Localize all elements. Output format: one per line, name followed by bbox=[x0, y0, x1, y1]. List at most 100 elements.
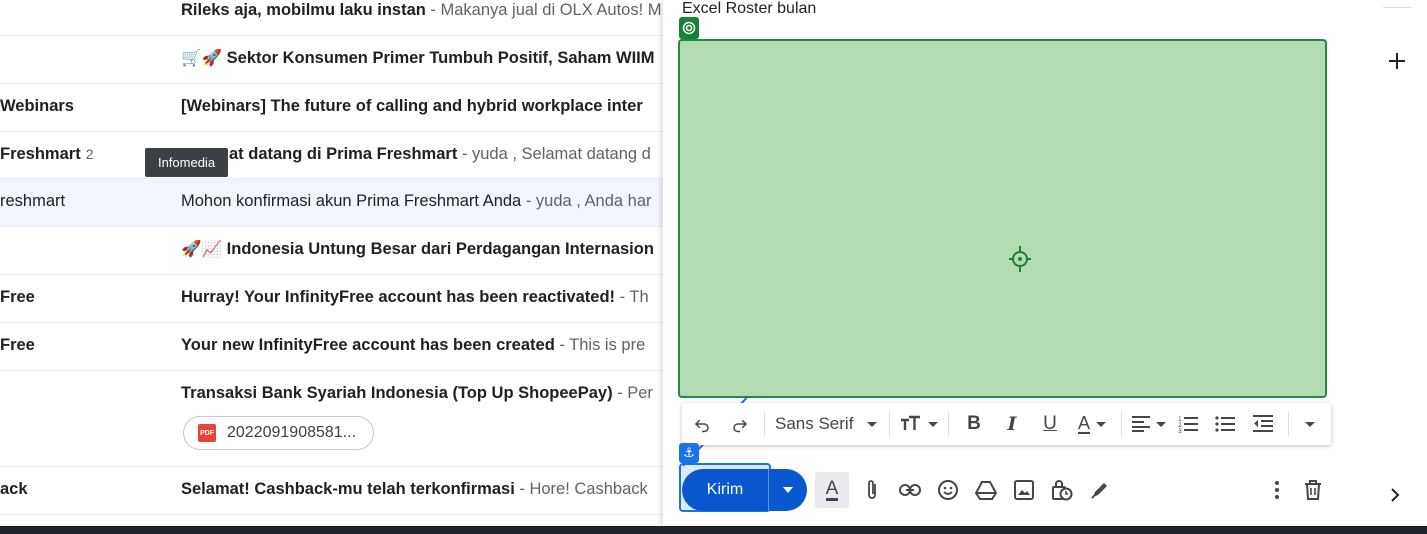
underline-button[interactable]: U bbox=[1031, 403, 1069, 445]
email-snippet: - Th bbox=[615, 288, 649, 306]
discard-button[interactable] bbox=[1297, 472, 1329, 508]
text-size-button[interactable] bbox=[896, 403, 942, 445]
email-subject: Mohon konfirmasi akun Prima Freshmart An… bbox=[181, 192, 522, 210]
side-divider bbox=[1383, 7, 1411, 8]
email-list: Rileks aja, mobilmu laku instan - Makany… bbox=[0, 0, 665, 515]
photo-icon bbox=[1014, 480, 1034, 500]
signature-icon bbox=[1091, 483, 1107, 499]
redo-icon bbox=[733, 419, 748, 433]
email-row[interactable]: reshmart Mohon konfirmasi akun Prima Fre… bbox=[0, 179, 665, 227]
link-icon bbox=[899, 484, 921, 496]
email-row[interactable]: ack Selamat! Cashback-mu telah terkonfir… bbox=[0, 467, 665, 515]
email-row[interactable]: Webinars [Webinars] The future of callin… bbox=[0, 84, 665, 132]
font-name: Sans Serif bbox=[775, 414, 854, 433]
email-snippet: - Per bbox=[612, 384, 653, 402]
send-button[interactable]: Kirim bbox=[682, 469, 807, 511]
plus-icon bbox=[1389, 53, 1405, 69]
toolbar-divider bbox=[1288, 412, 1289, 436]
email-row[interactable]: Freshmart 2 at datang di Prima Freshmart … bbox=[0, 132, 665, 179]
toolbar-divider bbox=[764, 412, 765, 436]
thread-count: 2 bbox=[85, 146, 94, 162]
inserted-image[interactable] bbox=[678, 39, 1327, 398]
italic-button[interactable]: I bbox=[993, 403, 1031, 445]
email-snippet: - yuda , Anda har bbox=[521, 192, 652, 210]
drive-icon bbox=[975, 481, 997, 500]
send-label: Kirim bbox=[706, 481, 744, 498]
chevron-down-icon bbox=[1156, 421, 1166, 427]
email-sender: Webinars bbox=[0, 97, 74, 115]
formatting-options-button[interactable]: A bbox=[815, 472, 849, 508]
numbered-list-icon: 123 bbox=[1178, 416, 1198, 433]
confidential-button[interactable] bbox=[1043, 472, 1081, 508]
formatting-options-icon: A bbox=[825, 477, 839, 501]
email-snippet: - Hore! Cashback bbox=[514, 480, 648, 498]
send-options-button[interactable] bbox=[769, 487, 807, 493]
email-sender: ack bbox=[0, 480, 28, 498]
toolbar-divider bbox=[889, 412, 890, 436]
email-subject: [Webinars] The future of calling and hyb… bbox=[181, 97, 643, 115]
get-addons-button[interactable] bbox=[1383, 47, 1411, 75]
more-options-button[interactable] bbox=[1263, 472, 1291, 508]
indent-less-icon bbox=[1253, 415, 1273, 432]
email-subject: Your new InfinityFree account has been c… bbox=[181, 336, 555, 354]
email-sender: Free bbox=[0, 336, 35, 354]
toolbar-divider bbox=[948, 412, 949, 436]
more-options-icon bbox=[1275, 481, 1279, 499]
email-sender: reshmart bbox=[0, 192, 66, 210]
confidential-icon bbox=[1052, 480, 1073, 501]
email-row[interactable]: 🚀📈 Indonesia Untung Besar dari Perdagang… bbox=[0, 227, 665, 275]
text-color-icon: A bbox=[1077, 413, 1090, 434]
pdf-icon: PDF bbox=[198, 424, 216, 442]
photo-button[interactable] bbox=[1005, 472, 1043, 508]
more-formatting-button[interactable] bbox=[1295, 403, 1325, 445]
email-row[interactable]: Transaksi Bank Syariah Indonesia (Top Up… bbox=[0, 371, 665, 467]
email-subject: Rileks aja, mobilmu laku instan bbox=[181, 1, 426, 19]
trash-icon bbox=[1305, 480, 1321, 500]
align-icon bbox=[1132, 416, 1150, 432]
svg-text:3: 3 bbox=[1178, 428, 1182, 433]
redo-button[interactable] bbox=[722, 403, 758, 445]
gmail-window: Rileks aja, mobilmu laku instan - Makany… bbox=[0, 0, 1427, 534]
email-row[interactable]: Rileks aja, mobilmu laku instan - Makany… bbox=[0, 0, 665, 36]
undo-button[interactable] bbox=[682, 403, 722, 445]
expand-panel-button[interactable] bbox=[1383, 483, 1407, 507]
chevron-down-icon bbox=[867, 421, 878, 427]
chevron-down-icon bbox=[928, 421, 938, 427]
text-size-icon bbox=[901, 415, 920, 430]
bulleted-list-icon bbox=[1215, 416, 1235, 432]
indent-less-button[interactable] bbox=[1244, 403, 1282, 445]
compose-body-text[interactable]: Excel Roster bulan bbox=[682, 0, 816, 18]
taskbar bbox=[0, 526, 1427, 534]
attachment-chip[interactable]: PDF 2022091908581... bbox=[183, 416, 374, 450]
signature-button[interactable] bbox=[1081, 472, 1119, 508]
font-select[interactable]: Sans Serif bbox=[771, 403, 883, 445]
link-button[interactable] bbox=[891, 472, 929, 508]
bold-button[interactable]: B bbox=[955, 403, 993, 445]
toolbar-divider bbox=[1121, 412, 1122, 436]
chevron-right-icon bbox=[1391, 488, 1400, 502]
email-row[interactable]: Free Your new InfinityFree account has b… bbox=[0, 323, 665, 371]
anchor-icon[interactable]: ⚓ bbox=[679, 443, 699, 463]
email-row[interactable]: 🛒🚀 Sektor Konsumen Primer Tumbuh Positif… bbox=[0, 36, 665, 84]
email-subject: 🚀📈 Indonesia Untung Besar dari Perdagang… bbox=[181, 240, 654, 258]
crosshair-icon[interactable] bbox=[1009, 251, 1031, 267]
drive-button[interactable] bbox=[967, 472, 1005, 508]
align-button[interactable] bbox=[1128, 403, 1170, 445]
attach-button[interactable] bbox=[853, 472, 891, 508]
image-position-icon[interactable] bbox=[679, 17, 699, 39]
email-subject: at datang di Prima Freshmart bbox=[229, 145, 458, 163]
email-subject: Selamat! Cashback-mu telah terkonfirmasi bbox=[181, 480, 515, 498]
email-sender: Freshmart 2 bbox=[0, 145, 94, 163]
email-row[interactable]: Free Hurray! Your InfinityFree account h… bbox=[0, 275, 665, 323]
chevron-down-icon bbox=[1096, 421, 1106, 427]
emoji-button[interactable] bbox=[929, 472, 967, 508]
email-sender: Free bbox=[0, 288, 35, 306]
attach-icon bbox=[868, 480, 876, 499]
email-subject: 🛒🚀 Sektor Konsumen Primer Tumbuh Positif… bbox=[181, 49, 655, 67]
compose-bottom-toolbar: A bbox=[815, 472, 1119, 508]
formatting-toolbar: Sans Serif B I U A 123 bbox=[682, 403, 1331, 445]
text-color-button[interactable]: A bbox=[1069, 403, 1115, 445]
email-snippet: - This is pre bbox=[554, 336, 646, 354]
bulleted-list-button[interactable] bbox=[1206, 403, 1244, 445]
numbered-list-button[interactable]: 123 bbox=[1170, 403, 1206, 445]
